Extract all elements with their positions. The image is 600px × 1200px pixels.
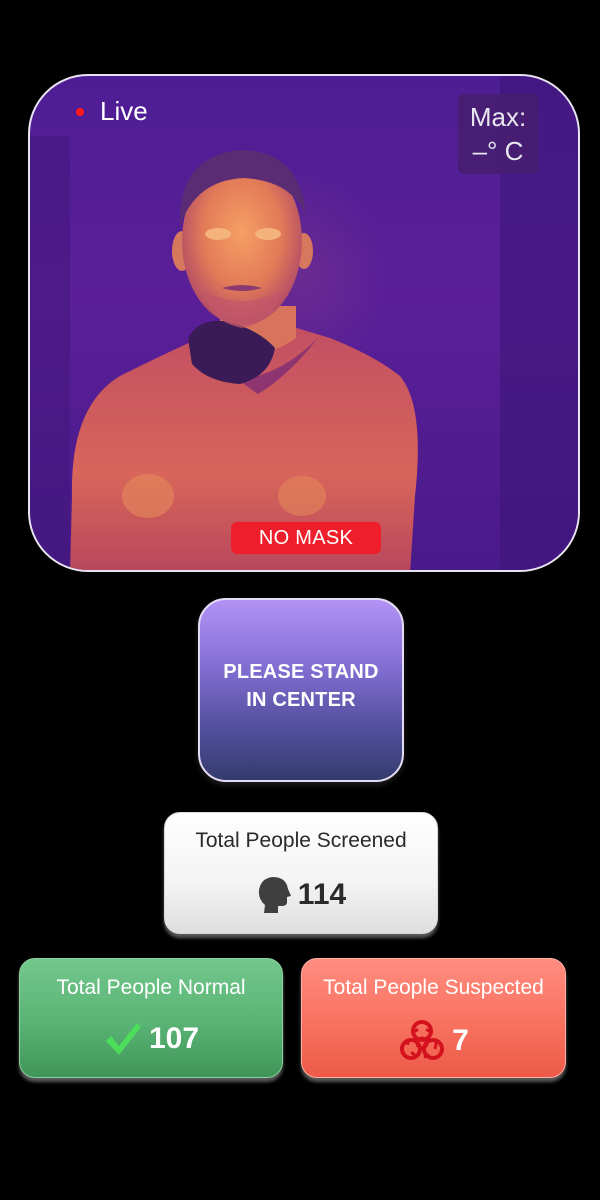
thermal-camera-feed: Live Max: –° C NO MASK xyxy=(28,74,580,572)
total-screened-title: Total People Screened xyxy=(195,829,407,852)
instruction-panel: PLEASE STAND IN CENTER xyxy=(198,598,404,782)
total-suspected-card: Total People Suspected 7 xyxy=(301,958,566,1078)
max-temperature-readout: Max: –° C xyxy=(458,94,538,174)
live-indicator: Live xyxy=(76,96,148,127)
max-temperature-label: Max: xyxy=(469,102,527,132)
instruction-text: PLEASE STAND IN CENTER xyxy=(200,658,402,714)
total-normal-title: Total People Normal xyxy=(56,976,246,999)
mask-status-badge: NO MASK xyxy=(231,522,381,554)
total-suspected-title: Total People Suspected xyxy=(323,976,544,999)
total-suspected-value: 7 xyxy=(452,1024,469,1057)
total-screened-card: Total People Screened 114 xyxy=(164,812,438,934)
max-temperature-value: –° C xyxy=(472,136,524,166)
instruction-line-1: PLEASE STAND xyxy=(223,661,379,683)
total-suspected-value-row: 7 xyxy=(302,1019,565,1063)
total-normal-card: Total People Normal 107 xyxy=(19,958,283,1078)
total-normal-value: 107 xyxy=(148,1022,200,1055)
live-dot-icon xyxy=(76,107,84,116)
total-screened-value-row: 114 xyxy=(165,875,437,915)
biohazard-icon xyxy=(400,1020,445,1060)
live-label: Live xyxy=(100,96,148,126)
total-normal-value-row: 107 xyxy=(20,1019,282,1059)
head-silhouette-icon xyxy=(258,877,291,913)
instruction-line-2: IN CENTER xyxy=(246,689,356,711)
checkmark-icon xyxy=(105,1023,141,1055)
total-screened-value: 114 xyxy=(297,878,347,911)
